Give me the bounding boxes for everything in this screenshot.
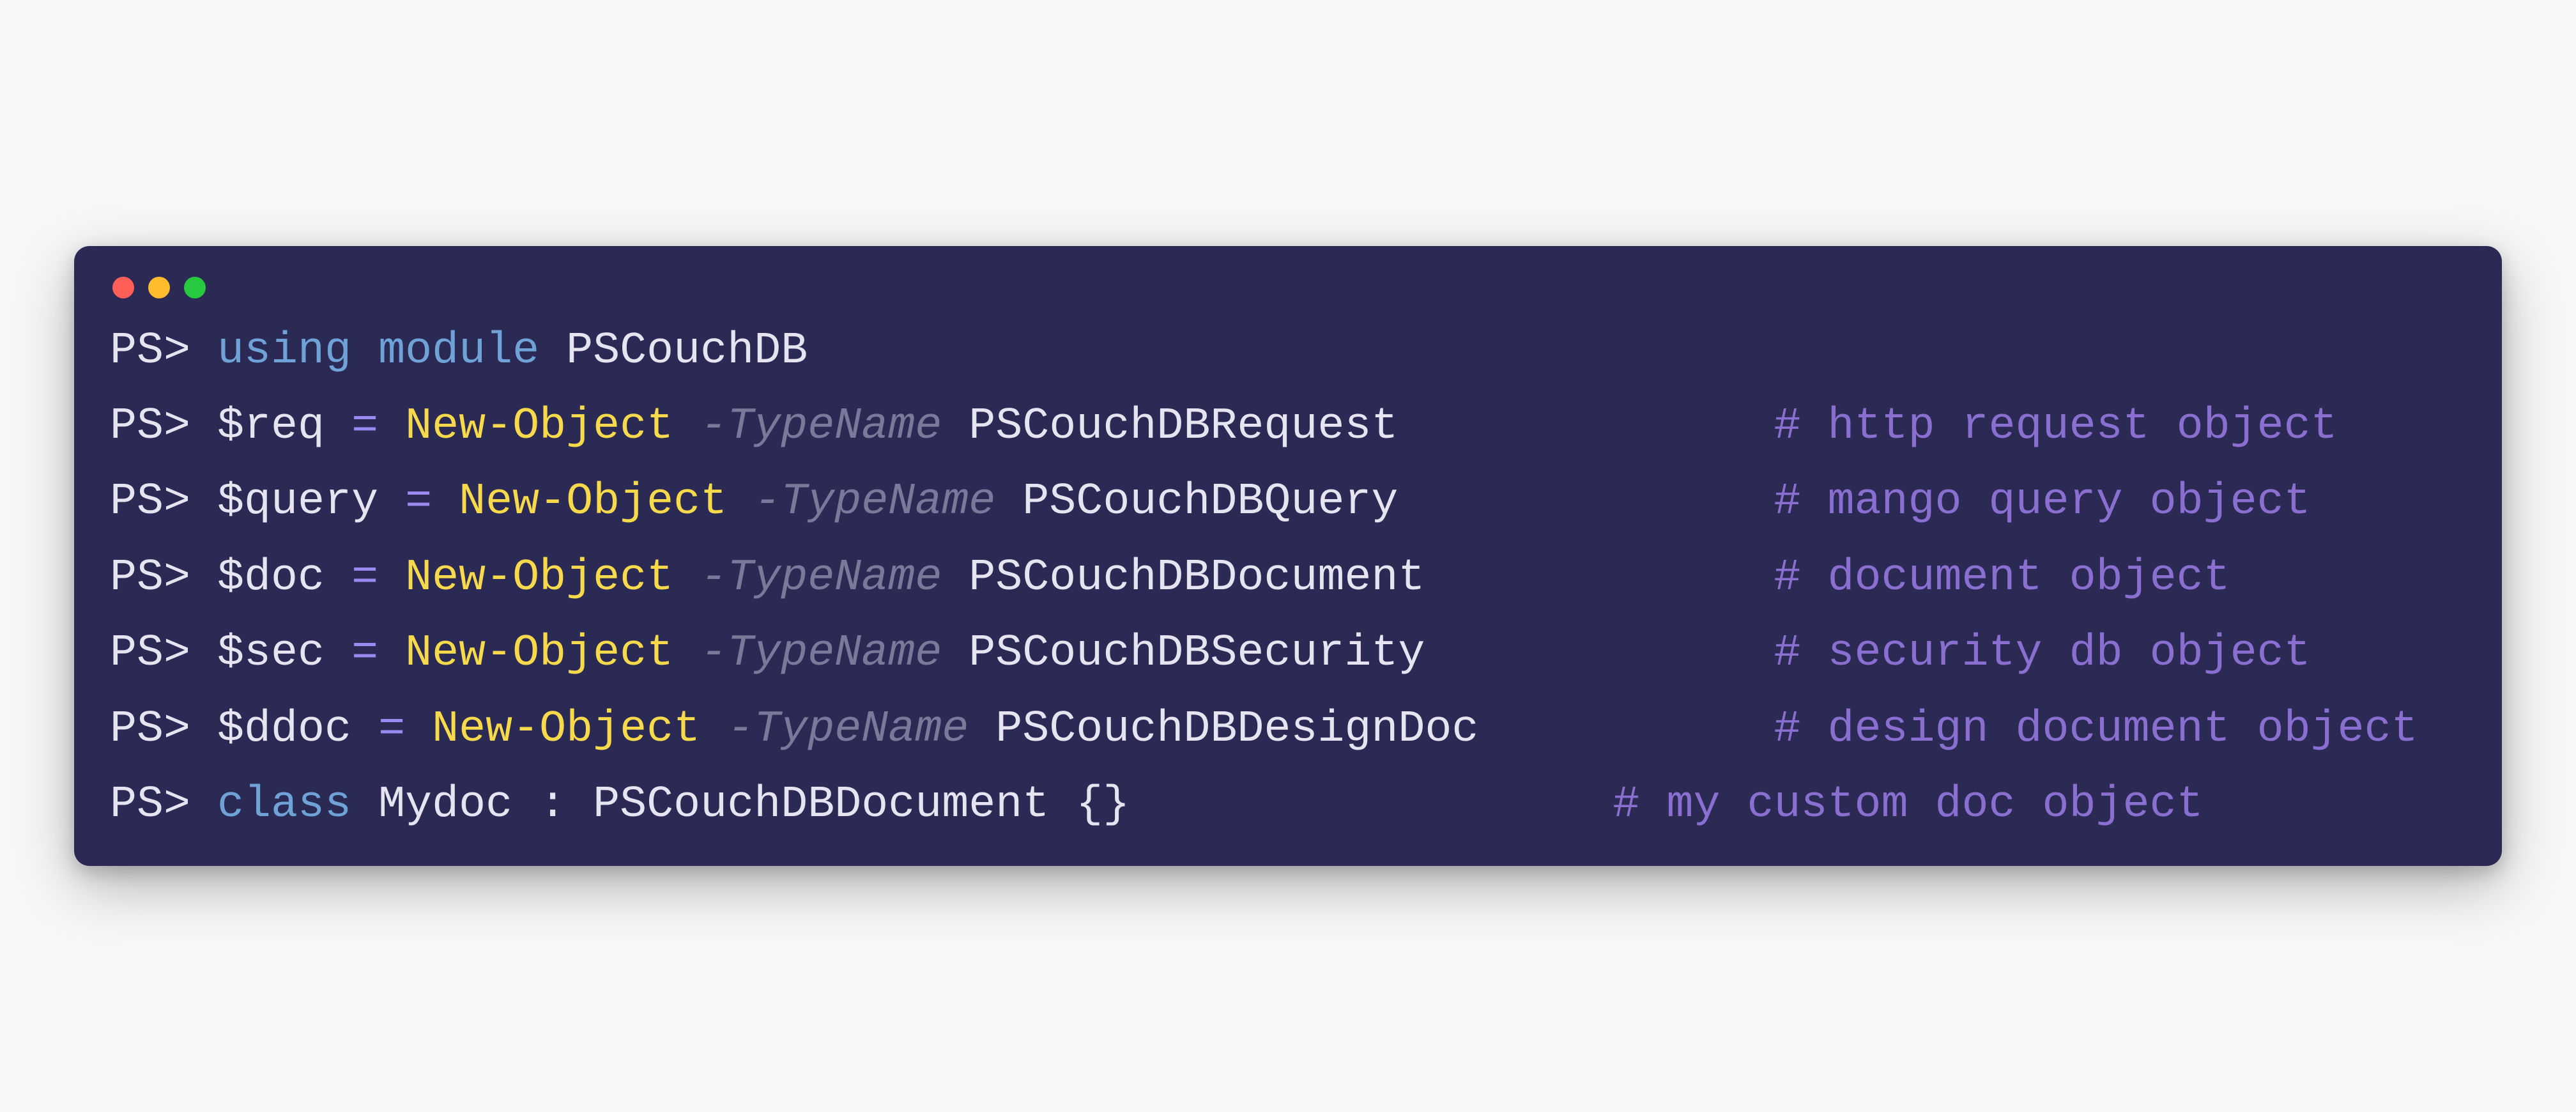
code-token [673,628,700,679]
code-token: PSCouchDBDesignDoc [995,704,1774,755]
code-token: : [539,780,593,830]
code-token [700,704,727,755]
code-token: -TypeName [700,553,942,603]
code-token [378,553,405,603]
code-line: PS> $req = New-Object -TypeName PSCouchD… [110,402,2466,452]
code-token: PS> [110,704,217,755]
code-token [995,477,1022,527]
code-token: $sec [217,628,351,679]
code-token: # design document object [1774,704,2418,755]
code-token: New-Object [405,628,673,679]
code-token: = [405,477,432,527]
code-token: PSCouchDBQuery [1022,477,1774,527]
code-line: PS> $query = New-Object -TypeName PSCouc… [110,477,2466,527]
code-token: -TypeName [754,477,995,527]
code-token [942,628,969,679]
terminal-window: PS> using module PSCouchDBPS> $req = New… [74,246,2502,867]
code-token: = [378,704,405,755]
code-token: -TypeName [700,401,942,452]
code-token: using [217,326,351,376]
code-block: PS> using module PSCouchDBPS> $req = New… [110,327,2466,831]
code-token: New-Object [459,477,727,527]
code-token [969,704,995,755]
code-token: PS> [110,477,217,527]
code-token: class [217,780,351,830]
code-token: PSCouchDBSecurity [969,628,1774,679]
code-line: PS> class Mydoc : PSCouchDBDocument {} #… [110,780,2466,830]
code-token: {} [1076,780,1613,830]
code-token: = [351,553,378,603]
minimize-icon[interactable] [148,277,170,298]
code-token: $req [217,401,351,452]
code-token: # my custom doc object [1613,780,2203,830]
code-token [673,553,700,603]
window-titlebar [110,277,2466,298]
code-line: PS> $ddoc = New-Object -TypeName PSCouch… [110,705,2466,755]
code-token: PSCouchDBDocument [593,780,1076,830]
code-token: PSCouchDB [539,326,808,376]
code-token: -TypeName [700,628,942,679]
code-token: PS> [110,553,217,603]
code-token: # security db object [1774,628,2311,679]
code-token [942,401,969,452]
code-token: PS> [110,326,217,376]
zoom-icon[interactable] [184,277,206,298]
code-token: Mydoc [351,780,539,830]
code-token: # mango query object [1774,477,2311,527]
code-line: PS> $doc = New-Object -TypeName PSCouchD… [110,553,2466,603]
code-token [378,628,405,679]
close-icon[interactable] [112,277,134,298]
code-token: New-Object [432,704,700,755]
code-token: New-Object [405,553,673,603]
code-token: PS> [110,401,217,452]
code-token: = [351,401,378,452]
code-token: # document object [1774,553,2230,603]
code-token [432,477,459,527]
code-token: $query [217,477,405,527]
code-token [942,553,969,603]
code-token [673,401,700,452]
code-line: PS> $sec = New-Object -TypeName PSCouchD… [110,629,2466,679]
code-token: # http request object [1774,401,2338,452]
code-token [351,326,378,376]
code-token: PSCouchDBRequest [969,401,1774,452]
code-token: PS> [110,628,217,679]
code-token [405,704,432,755]
code-token: $ddoc [217,704,378,755]
code-token: = [351,628,378,679]
code-token: -TypeName [727,704,969,755]
code-token: New-Object [405,401,673,452]
code-token [727,477,754,527]
code-token: PSCouchDBDocument [969,553,1774,603]
code-token: module [378,326,539,376]
code-token: $doc [217,553,351,603]
code-token: PS> [110,780,217,830]
code-line: PS> using module PSCouchDB [110,327,2466,376]
code-token [378,401,405,452]
